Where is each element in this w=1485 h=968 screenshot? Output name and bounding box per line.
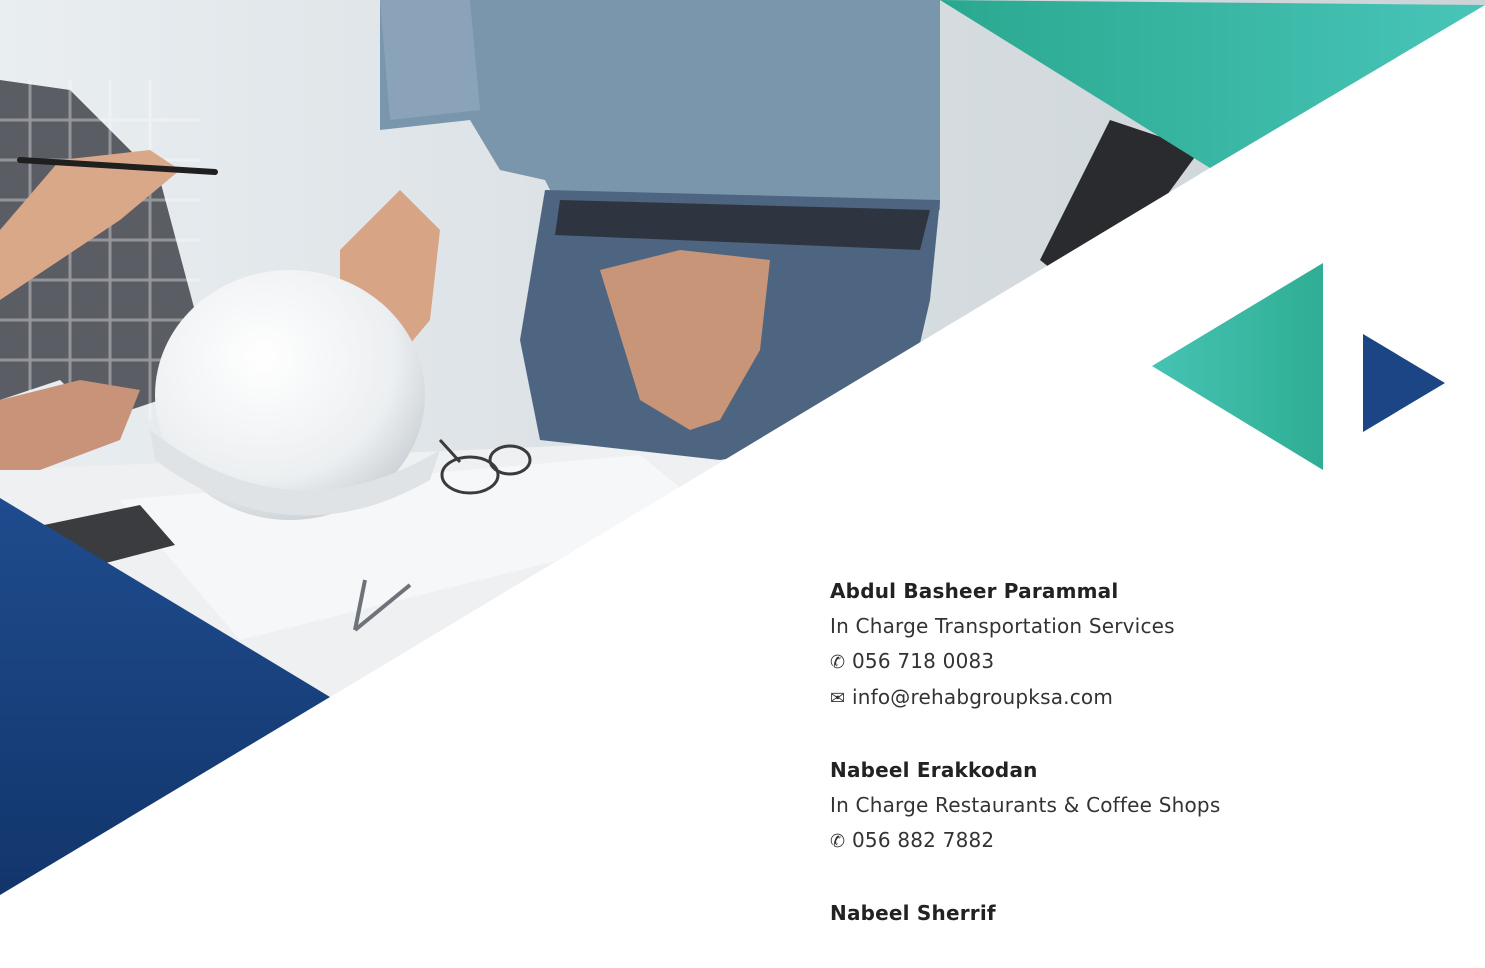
contact-email[interactable]: info@rehabgroupksa.com [852,685,1113,709]
contact-role: In Charge Restaurants & Coffee Shops [830,793,1221,817]
contact-card: Nabeel Erakkodan In Charge Restaurants &… [830,753,1430,859]
mail-icon: ✉ [830,688,846,709]
phone-icon: ✆ [830,831,846,852]
contact-name: Nabeel Sherrif [830,901,996,925]
contact-name: Nabeel Erakkodan [830,758,1038,782]
phone-icon: ✆ [830,652,846,673]
contact-list: Abdul Basheer Parammal In Charge Transpo… [830,574,1430,968]
navy-arrow-right [1363,334,1445,432]
contact-name: Abdul Basheer Parammal [830,579,1119,603]
contact-phone[interactable]: 056 882 7882 [852,828,994,852]
contact-email-row: ✉ info@rehabgroupksa.com [830,680,1430,716]
contact-phone[interactable]: 056 718 0083 [852,649,994,673]
contact-card: Abdul Basheer Parammal In Charge Transpo… [830,574,1430,716]
contact-phone-row: ✆ 056 718 0083 [830,644,1430,680]
contact-phone-row: ✆ 056 882 7882 [830,823,1430,859]
contact-card: Nabeel Sherrif [830,896,1430,931]
teal-arrow-left [1152,263,1323,470]
contact-role: In Charge Transportation Services [830,614,1175,638]
